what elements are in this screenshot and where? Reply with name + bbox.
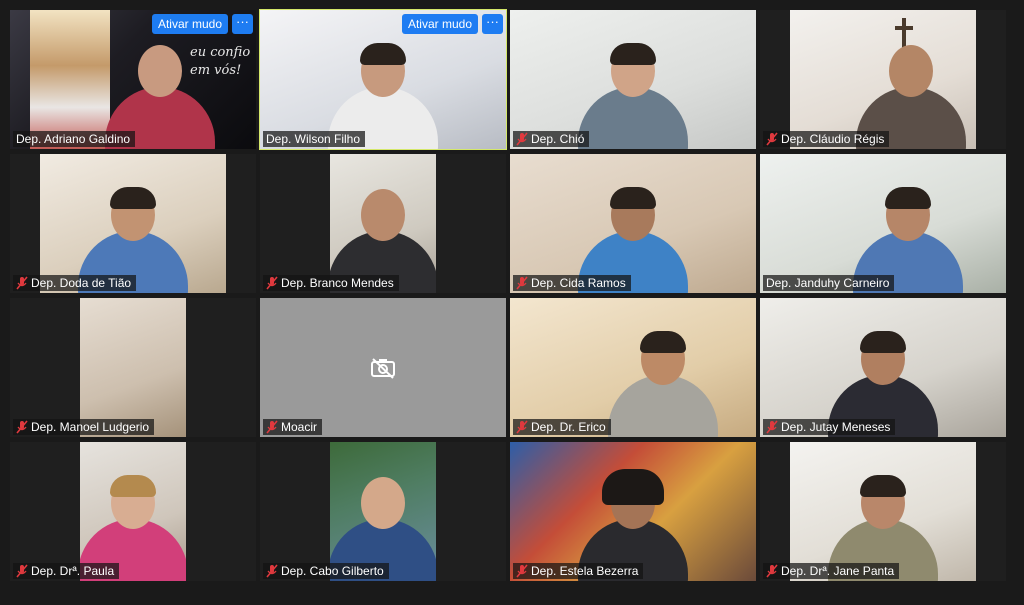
background-text: eu confio em vós! [190, 45, 251, 78]
participant-name-label: Dep. Doda de Tião [13, 275, 137, 291]
participant-name-label: Dep. Branco Mendes [263, 275, 399, 291]
participant-name-label: Dep. Janduhy Carneiro [763, 275, 895, 291]
participant-video [790, 442, 976, 581]
participant-tile-cida-ramos[interactable]: Dep. Cida Ramos [510, 154, 756, 293]
participant-video [510, 298, 756, 437]
background-image [30, 10, 110, 149]
participant-name-label: Dep. Estela Bezerra [513, 563, 644, 579]
participant-video [760, 154, 1006, 293]
muted-mic-icon [766, 564, 778, 578]
participant-video [510, 10, 756, 149]
unmute-button[interactable]: Ativar mudo [151, 14, 228, 34]
participant-tile-estela-bezerra[interactable]: Dep. Estela Bezerra [510, 442, 756, 581]
muted-mic-icon [16, 420, 28, 434]
participant-video [330, 442, 436, 581]
participant-tile-branco-mendes[interactable]: Dep. Branco Mendes [260, 154, 506, 293]
participant-video [510, 442, 756, 581]
muted-mic-icon [266, 564, 278, 578]
participant-video [330, 154, 436, 293]
participant-video [790, 10, 976, 149]
muted-mic-icon [266, 276, 278, 290]
participant-tile-dra-jane-panta[interactable]: Dep. Drª. Jane Panta [760, 442, 1006, 581]
participant-name-label: Dep. Adriano Galdino [13, 131, 136, 147]
participant-tile-manoel-ludgerio[interactable]: Dep. Manoel Ludgerio [10, 298, 256, 437]
muted-mic-icon [766, 420, 778, 434]
muted-mic-icon [516, 564, 528, 578]
muted-mic-icon [516, 420, 528, 434]
participant-tile-cabo-gilberto[interactable]: Dep. Cabo Gilberto [260, 442, 506, 581]
muted-mic-icon [16, 564, 28, 578]
participant-name-label: Moacir [263, 419, 323, 435]
participant-tile-chio[interactable]: Dep. Chió [510, 10, 756, 149]
participant-tile-wilson-filho[interactable]: Ativar mudo ··· Dep. Wilson Filho [259, 9, 507, 150]
muted-mic-icon [16, 276, 28, 290]
participant-name-label: Dep. Chió [513, 131, 590, 147]
participant-tile-dr-erico[interactable]: Dep. Dr. Erico [510, 298, 756, 437]
participant-video [80, 298, 186, 437]
participant-name-label: Dep. Drª. Jane Panta [763, 563, 900, 579]
participant-name-label: Dep. Cabo Gilberto [263, 563, 389, 579]
video-grid: eu confio em vós! Ativar mudo ··· Dep. A… [10, 9, 1010, 584]
participant-name-label: Dep. Wilson Filho [263, 131, 366, 147]
participant-name-label: Dep. Dr. Erico [513, 419, 611, 435]
camera-off-icon [371, 357, 395, 379]
participant-name-label: Dep. Jutay Meneses [763, 419, 896, 435]
participant-video [510, 154, 756, 293]
participant-tile-dra-paula[interactable]: Dep. Drª. Paula [10, 442, 256, 581]
more-options-button[interactable]: ··· [232, 14, 253, 34]
participant-tile-jutay-meneses[interactable]: Dep. Jutay Meneses [760, 298, 1006, 437]
muted-mic-icon [266, 420, 278, 434]
participant-tile-doda-de-tiao[interactable]: Dep. Doda de Tião [10, 154, 256, 293]
participant-name-label: Dep. Drª. Paula [13, 563, 120, 579]
participant-name-label: Dep. Manoel Ludgerio [13, 419, 155, 435]
unmute-button[interactable]: Ativar mudo [401, 14, 478, 34]
participant-video [760, 298, 1006, 437]
muted-mic-icon [516, 132, 528, 146]
participant-tile-janduhy-carneiro[interactable]: Dep. Janduhy Carneiro [760, 154, 1006, 293]
participant-name-label: Dep. Cláudio Régis [763, 131, 890, 147]
more-options-button[interactable]: ··· [482, 14, 503, 34]
participant-video [80, 442, 186, 581]
muted-mic-icon [766, 132, 778, 146]
participant-tile-claudio-regis[interactable]: Dep. Cláudio Régis [760, 10, 1006, 149]
participant-name-label: Dep. Cida Ramos [513, 275, 631, 291]
participant-tile-moacir[interactable]: Moacir [260, 298, 506, 437]
participant-video [40, 154, 226, 293]
participant-tile-adriano-galdino[interactable]: eu confio em vós! Ativar mudo ··· Dep. A… [10, 10, 256, 149]
muted-mic-icon [516, 276, 528, 290]
